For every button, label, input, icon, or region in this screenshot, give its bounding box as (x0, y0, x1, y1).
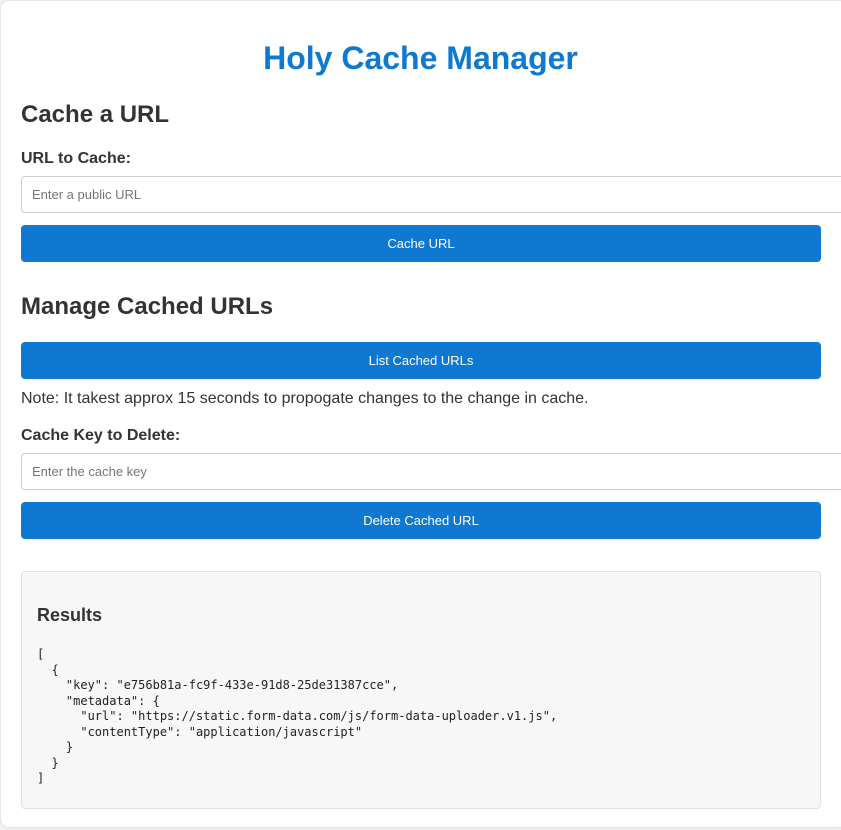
url-to-cache-label: URL to Cache: (21, 150, 131, 167)
results-title: Results (37, 605, 103, 625)
results-panel: Results [ { "key": "e756b81a-fc9f-433e-9… (21, 571, 821, 809)
cache-key-label: Cache Key to Delete: (21, 427, 181, 444)
delete-cached-url-button[interactable]: Delete Cached URL (21, 502, 821, 539)
manage-section-heading: Manage Cached URLs (21, 293, 274, 320)
list-cached-urls-button[interactable]: List Cached URLs (21, 342, 821, 379)
cache-section-heading: Cache a URL (21, 101, 170, 128)
cache-key-input[interactable] (21, 453, 841, 490)
results-output: [ { "key": "e756b81a-fc9f-433e-91d8-25de… (37, 647, 558, 785)
page-title: Holy Cache Manager (263, 40, 578, 76)
url-to-cache-input[interactable] (21, 176, 841, 213)
cache-url-button[interactable]: Cache URL (21, 225, 821, 262)
propagation-note: Note: It takest approx 15 seconds to pro… (21, 390, 589, 407)
